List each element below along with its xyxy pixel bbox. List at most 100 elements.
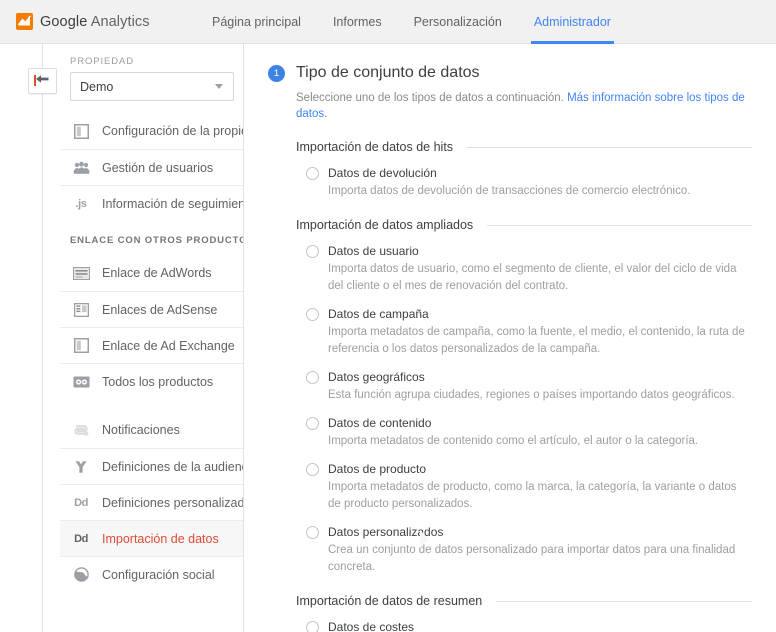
sidebar-item-user-management[interactable]: Gestión de usuarios — [60, 149, 244, 185]
option-row[interactable]: Datos geográficos — [306, 370, 752, 384]
ad-exchange-icon — [70, 336, 92, 356]
group-extended-data-import: Importación de datos ampliados Datos de … — [296, 218, 752, 576]
sidebar-item-label: Enlaces de AdSense — [102, 302, 218, 317]
option-cost-data: Datos de costes Importa datos de costes … — [296, 620, 752, 632]
sidebar-item-ad-exchange-link[interactable]: Enlace de Ad Exchange — [60, 327, 244, 363]
option-label[interactable]: Datos de campaña — [328, 307, 429, 321]
radio-content-data[interactable] — [306, 416, 319, 430]
nav-tab-admin[interactable]: Administrador — [518, 0, 627, 44]
group-title: Importación de datos ampliados — [296, 218, 474, 232]
option-geo-data: Datos geográficos Esta función agrupa ci… — [296, 370, 752, 404]
sidebar-menu-tools: Notificaciones Definiciones de la audien… — [60, 412, 429, 592]
social-settings-icon — [70, 565, 92, 585]
sidebar-item-audience-definitions[interactable]: Definiciones de la audiencia — [60, 448, 258, 484]
radio-cost-data[interactable] — [306, 620, 319, 632]
sidebar-section-header-products: ENLACE CON OTROS PRODUCTOS — [70, 235, 255, 246]
adsense-icon — [70, 300, 92, 320]
google-analytics-logo[interactable]: Google Analytics — [16, 13, 166, 30]
users-icon — [70, 158, 92, 178]
option-refund-data: Datos de devolución Importa datos de dev… — [296, 166, 752, 200]
option-label[interactable]: Datos geográficos — [328, 370, 425, 384]
option-description: Importa metadatos de contenido como el a… — [328, 435, 699, 447]
sidebar-item-label: Definiciones personalizadas — [102, 495, 258, 510]
back-button-accent-bar — [34, 75, 36, 86]
sidebar-item-label: Gestión de usuarios — [102, 160, 214, 175]
sidebar-item-label: Notificaciones — [102, 423, 180, 437]
sidebar-item-label: Información de seguimiento — [102, 196, 256, 211]
sidebar-item-adsense-links[interactable]: Enlaces de AdSense — [60, 291, 244, 327]
sidebar-item-label: Configuración social — [102, 567, 215, 582]
radio-geo-data[interactable] — [306, 370, 319, 384]
top-header-bar: Google Analytics Página principal Inform… — [0, 0, 776, 44]
sidebar-item-all-products[interactable]: Todos los productos — [60, 363, 244, 399]
option-label[interactable]: Datos de contenido — [328, 416, 431, 430]
admin-sidebar: PROPIEDAD Demo Configuración de la propi… — [60, 44, 429, 632]
custom-definitions-icon: Dd — [74, 496, 88, 509]
js-tracking-icon: .js — [75, 197, 87, 210]
analytics-chart-icon — [16, 13, 33, 30]
sidebar-item-data-import[interactable]: Dd Importación de datos — [60, 520, 429, 556]
sidebar-item-adwords-link[interactable]: Enlace de AdWords — [60, 255, 244, 291]
option-row[interactable]: Datos de costes — [306, 620, 752, 632]
page-subtitle-text: Seleccione uno de los tipos de datos a c… — [296, 92, 568, 104]
sidebar-menu-products: Enlace de AdWords Enlaces de AdSense Enl… — [60, 255, 244, 399]
chevron-down-icon — [215, 84, 223, 89]
main-content-panel: 1 Tipo de conjunto de datos Seleccione u… — [244, 44, 776, 632]
sidebar-item-tracking-info[interactable]: .js Información de seguimiento — [60, 185, 256, 221]
main-navigation: Página principal Informes Personalizació… — [196, 0, 627, 44]
sidebar-item-notifications[interactable]: Notificaciones — [60, 412, 244, 448]
option-content-data: Datos de contenido Importa metadatos de … — [296, 416, 752, 450]
option-row[interactable]: Datos de devolución — [306, 166, 752, 180]
property-selector[interactable]: Demo — [70, 72, 234, 101]
nav-tab-home[interactable]: Página principal — [196, 0, 317, 44]
group-rule — [467, 146, 752, 148]
sidebar-item-social-settings[interactable]: Configuración social — [60, 556, 244, 592]
option-row[interactable]: Datos de usuario — [306, 244, 752, 258]
radio-user-data[interactable] — [306, 244, 319, 258]
back-button[interactable] — [28, 68, 57, 94]
sidebar-item-label: Definiciones de la audiencia — [102, 459, 258, 474]
radio-campaign-data[interactable] — [306, 307, 319, 321]
notifications-icon — [70, 420, 92, 440]
sidebar-item-label: Todos los productos — [102, 374, 214, 389]
back-arrow-icon — [35, 72, 50, 90]
property-selector-value: Demo — [80, 79, 114, 94]
sidebar-item-custom-definitions[interactable]: Dd Definiciones personalizadas — [60, 484, 258, 520]
group-header: Importación de datos de resumen — [296, 594, 752, 608]
group-header: Importación de datos ampliados — [296, 218, 752, 232]
option-description: Importa datos de usuario, como el segmen… — [328, 263, 737, 292]
option-row[interactable]: Datos personalizados — [306, 525, 752, 539]
sidebar-item-label: Importación de datos — [102, 531, 219, 546]
nav-tab-reports[interactable]: Informes — [317, 0, 398, 44]
option-row[interactable]: Datos de contenido — [306, 416, 752, 430]
option-row[interactable]: Datos de campaña — [306, 307, 752, 321]
radio-custom-data[interactable] — [306, 525, 319, 539]
sidebar-item-property-settings[interactable]: Configuración de la propiedad — [60, 113, 269, 149]
audience-icon — [70, 457, 92, 477]
option-user-data: Datos de usuario Importa datos de usuari… — [296, 244, 752, 295]
option-label[interactable]: Datos de devolución — [328, 166, 437, 180]
step-number-badge: 1 — [268, 65, 285, 82]
adwords-icon — [70, 263, 92, 283]
sidebar-menu-property: Configuración de la propiedad Gestión de… — [60, 113, 269, 221]
property-label: PROPIEDAD — [70, 56, 135, 67]
nav-tab-customization[interactable]: Personalización — [398, 0, 518, 44]
brand-label: Google Analytics — [40, 14, 150, 30]
data-import-icon: Dd — [74, 532, 88, 545]
option-description: Importa metadatos de producto, como la m… — [328, 481, 737, 510]
page-subtitle: Seleccione uno de los tipos de datos a c… — [296, 90, 752, 122]
option-product-data: Datos de producto Importa metadatos de p… — [296, 462, 752, 513]
option-label[interactable]: Datos de producto — [328, 462, 426, 476]
option-description: Crea un conjunto de datos personalizado … — [328, 544, 736, 573]
property-settings-icon — [70, 121, 92, 141]
page-title: Tipo de conjunto de datos — [296, 64, 480, 81]
radio-product-data[interactable] — [306, 462, 319, 476]
option-label[interactable]: Datos de usuario — [328, 244, 419, 258]
brand-analytics-text: Analytics — [87, 13, 150, 30]
group-header: Importación de datos de hits — [296, 140, 752, 154]
radio-refund-data[interactable] — [306, 166, 319, 180]
option-label[interactable]: Datos de costes — [328, 620, 414, 632]
option-description: Esta función agrupa ciudades, regiones o… — [328, 389, 735, 401]
back-button-column — [0, 44, 60, 632]
option-row[interactable]: Datos de producto — [306, 462, 752, 476]
